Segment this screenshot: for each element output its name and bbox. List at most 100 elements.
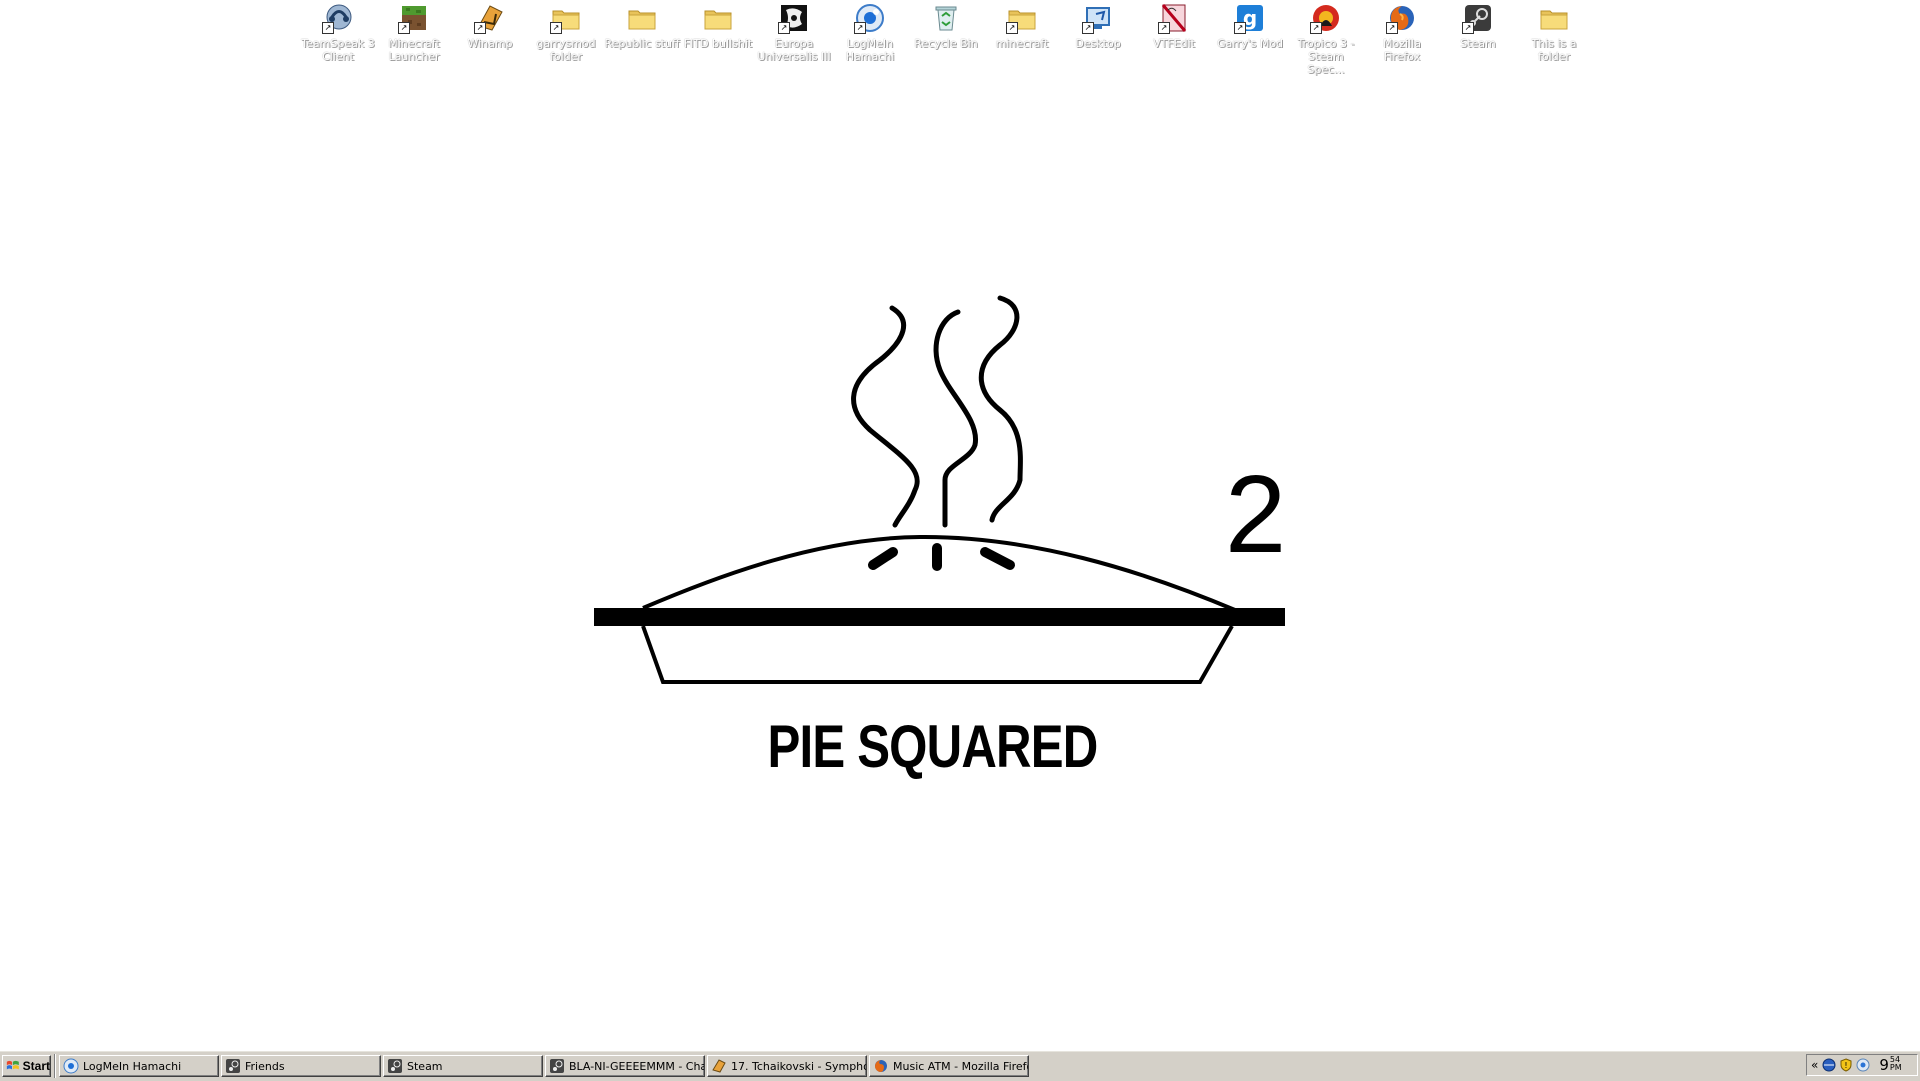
steam-icon: ↗	[1462, 2, 1494, 34]
taskbar-button-label: Friends	[245, 1059, 285, 1073]
shortcut-arrow-icon: ↗	[322, 22, 334, 34]
folder-icon	[626, 2, 658, 34]
desktop-icon[interactable]: ↗ Steam	[1440, 0, 1516, 76]
desktop-icon[interactable]: ↗ Tropico 3 - Steam Spec...	[1288, 0, 1364, 76]
folder-icon: ↗	[550, 2, 582, 34]
tray-expand-button[interactable]: «	[1811, 1058, 1818, 1072]
shortcut-arrow-icon: ↗	[1310, 22, 1322, 34]
taskbar: Start LogMeIn Hamachi Friends Steam BLA-NI-…	[0, 1050, 1920, 1081]
folder-icon: ↗	[1006, 2, 1038, 34]
taskbar-button[interactable]: 17. Tchaikovski - Sympho...	[707, 1055, 867, 1077]
system-tray: « ! 9 54 PM	[1806, 1054, 1918, 1076]
wallpaper-pie-drawing: 2	[594, 295, 1286, 684]
desktop-icon-label: VTFEdit	[1153, 37, 1195, 50]
taskbar-button[interactable]: BLA-NI-GEEEEMMM - Chat	[545, 1055, 705, 1077]
desktop-icon-label: Europa Universalis III	[757, 37, 831, 63]
security-shield-icon[interactable]: !	[1839, 1058, 1853, 1072]
hamachi-icon: ↗	[854, 2, 886, 34]
winamp-icon: ↗	[474, 2, 506, 34]
desktop-icon-label: garrysmod folder	[536, 37, 596, 63]
desktop-icon-label: Recycle Bin	[914, 37, 978, 50]
windows-logo-icon	[6, 1060, 19, 1070]
desktop-icon[interactable]: FITD bullshit	[680, 0, 756, 76]
desktop-icon[interactable]: ↗ Winamp	[452, 0, 528, 76]
shortcut-arrow-icon: ↗	[1386, 22, 1398, 34]
desktop-icon-label: minecraft	[995, 37, 1049, 50]
desktop-icon-row: ↗ TeamSpeak 3 Client ↗ Minecraft Launcher ↗ W…	[300, 0, 1592, 76]
firefox-icon: ↗	[1386, 2, 1418, 34]
desktop[interactable]: 2 PIE SQUARED ↗ TeamSpeak 3 Client ↗ Minecr…	[0, 0, 1920, 1050]
steam-line-left	[851, 305, 920, 528]
desktop-icon-label: Desktop	[1075, 37, 1121, 50]
desktop-icon-label: Steam	[1460, 37, 1496, 50]
shortcut-arrow-icon: ↗	[398, 22, 410, 34]
firefox-icon	[873, 1058, 889, 1074]
desktop-icon[interactable]: ↗ minecraft	[984, 0, 1060, 76]
teamspeak-icon: ↗	[322, 2, 354, 34]
desktop-icon[interactable]: ↗ Minecraft Launcher	[376, 0, 452, 76]
task-list: LogMeIn Hamachi Friends Steam BLA-NI-GEEEEM…	[59, 1051, 1031, 1081]
recycle-bin-icon	[930, 2, 962, 34]
desktop-icon-label: Winamp	[467, 37, 513, 50]
desktop-shortcut-icon: ↗	[1082, 2, 1114, 34]
shortcut-arrow-icon: ↗	[1006, 22, 1018, 34]
desktop-icon[interactable]: Recycle Bin	[908, 0, 984, 76]
taskbar-button-label: LogMeIn Hamachi	[83, 1059, 182, 1073]
desktop-icon[interactable]: g ↗ Garry's Mod	[1212, 0, 1288, 76]
vtfedit-icon: ↗	[1158, 2, 1190, 34]
desktop-icon-label: Minecraft Launcher	[388, 37, 440, 63]
svg-text:!: !	[1845, 1061, 1848, 1070]
garrys-mod-icon: g ↗	[1234, 2, 1266, 34]
desktop-icon[interactable]: ↗ Desktop	[1060, 0, 1136, 76]
wallpaper-caption: PIE SQUARED	[767, 713, 1099, 780]
shortcut-arrow-icon: ↗	[474, 22, 486, 34]
desktop-icon[interactable]: ↗ TeamSpeak 3 Client	[300, 0, 376, 76]
shortcut-arrow-icon: ↗	[550, 22, 562, 34]
hamachi-tray-icon[interactable]	[1856, 1058, 1870, 1072]
desktop-icon-label: TeamSpeak 3 Client	[301, 37, 375, 63]
pie-vent-left	[868, 547, 898, 570]
shortcut-arrow-icon: ↗	[778, 22, 790, 34]
desktop-icon[interactable]: ↗ VTFEdit	[1136, 0, 1212, 76]
taskbar-button[interactable]: LogMeIn Hamachi	[59, 1055, 219, 1077]
clock[interactable]: 9 54 PM	[1879, 1056, 1902, 1075]
desktop-icon[interactable]: ↗ LogMeIn Hamachi	[832, 0, 908, 76]
taskbar-button[interactable]: Friends	[221, 1055, 381, 1077]
pie-plate-rim	[594, 608, 1285, 626]
clock-hour: 9	[1879, 1056, 1889, 1074]
winamp-icon	[711, 1058, 727, 1074]
desktop-icon[interactable]: This is a folder	[1516, 0, 1592, 76]
desktop-icon[interactable]: ↗ Mozilla Firefox	[1364, 0, 1440, 76]
europa-universalis-icon: ↗	[778, 2, 810, 34]
network-icon[interactable]	[1822, 1058, 1836, 1072]
desktop-icon-label: FITD bullshit	[683, 37, 753, 50]
taskbar-button[interactable]: Steam	[383, 1055, 543, 1077]
desktop-icon[interactable]: ↗ Europa Universalis III	[756, 0, 832, 76]
shortcut-arrow-icon: ↗	[1234, 22, 1246, 34]
exponent-two: 2	[1225, 453, 1286, 576]
start-label: Start	[22, 1059, 50, 1073]
steam-icon	[549, 1058, 565, 1074]
desktop-icon-label: Republic stuff	[604, 37, 680, 50]
folder-icon	[1538, 2, 1570, 34]
pie-dish	[641, 625, 1234, 684]
desktop-icon-label: Tropico 3 - Steam Spec...	[1297, 37, 1355, 76]
minecraft-icon: ↗	[398, 2, 430, 34]
desktop-icon[interactable]: Republic stuff	[604, 0, 680, 76]
pie-vent-right	[980, 547, 1015, 570]
start-button[interactable]: Start	[2, 1055, 51, 1077]
folder-icon	[702, 2, 734, 34]
desktop-icon-label: LogMeIn Hamachi	[845, 37, 895, 63]
steam-line-middle	[933, 309, 978, 528]
steam-icon	[387, 1058, 403, 1074]
desktop-icon-label: Mozilla Firefox	[1383, 37, 1421, 63]
hamachi-icon	[63, 1058, 79, 1074]
taskbar-separator	[54, 1054, 56, 1078]
taskbar-button[interactable]: Music ATM - Mozilla Firefox	[869, 1055, 1029, 1077]
taskbar-button-label: Steam	[407, 1059, 443, 1073]
clock-ampm: PM	[1889, 1063, 1902, 1072]
tropico-icon: ↗	[1310, 2, 1342, 34]
taskbar-button-label: Music ATM - Mozilla Firefox	[893, 1059, 1028, 1073]
shortcut-arrow-icon: ↗	[854, 22, 866, 34]
desktop-icon[interactable]: ↗ garrysmod folder	[528, 0, 604, 76]
